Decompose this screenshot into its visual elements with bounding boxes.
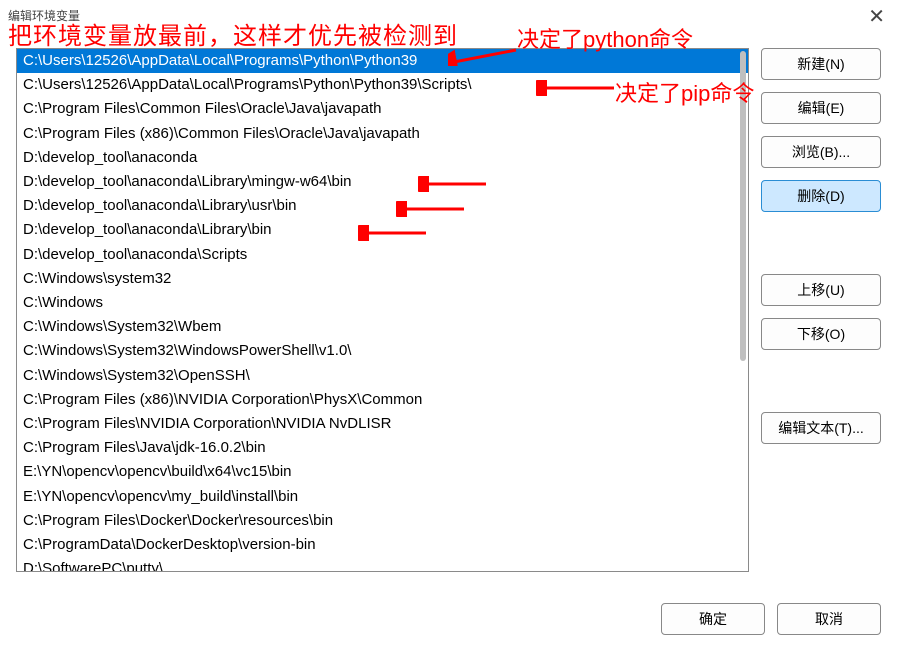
list-item[interactable]: D:\develop_tool\anaconda\Library\mingw-w… <box>17 170 748 194</box>
path-listbox[interactable]: C:\Users\12526\AppData\Local\Programs\Py… <box>16 48 749 572</box>
list-item[interactable]: D:\develop_tool\anaconda\Scripts <box>17 243 748 267</box>
browse-button[interactable]: 浏览(B)... <box>761 136 881 168</box>
list-item[interactable]: C:\Windows <box>17 291 748 315</box>
list-item[interactable]: E:\YN\opencv\opencv\my_build\install\bin <box>17 485 748 509</box>
list-item[interactable]: D:\develop_tool\anaconda <box>17 146 748 170</box>
list-item[interactable]: C:\Program Files\Java\jdk-16.0.2\bin <box>17 436 748 460</box>
list-item[interactable]: C:\Program Files\NVIDIA Corporation\NVID… <box>17 412 748 436</box>
annotation-pip: 决定了pip命令 <box>615 76 754 108</box>
annotation-python: 决定了python命令 <box>517 22 693 54</box>
new-button[interactable]: 新建(N) <box>761 48 881 80</box>
arrow-icon <box>358 225 428 241</box>
close-icon[interactable]: ✕ <box>868 4 885 29</box>
delete-button[interactable]: 删除(D) <box>761 180 881 212</box>
list-item[interactable]: C:\Windows\System32\OpenSSH\ <box>17 364 748 388</box>
ok-button[interactable]: 确定 <box>661 603 765 635</box>
annotation-top: 把环境变量放最前，这样才优先被检测到 <box>8 16 458 51</box>
list-item[interactable]: C:\ProgramData\DockerDesktop\version-bin <box>17 533 748 557</box>
arrow-icon <box>448 42 518 66</box>
arrow-icon <box>396 201 466 217</box>
edittext-button[interactable]: 编辑文本(T)... <box>761 412 881 444</box>
arrow-icon <box>536 80 616 96</box>
cancel-button[interactable]: 取消 <box>777 603 881 635</box>
list-item[interactable]: C:\Program Files (x86)\NVIDIA Corporatio… <box>17 388 748 412</box>
list-item[interactable]: C:\Windows\System32\Wbem <box>17 315 748 339</box>
list-item[interactable]: C:\Program Files (x86)\Common Files\Orac… <box>17 122 748 146</box>
list-item[interactable]: D:\SoftwarePC\putty\ <box>17 557 748 572</box>
movedown-button[interactable]: 下移(O) <box>761 318 881 350</box>
moveup-button[interactable]: 上移(U) <box>761 274 881 306</box>
list-item[interactable]: C:\Program Files\Docker\Docker\resources… <box>17 509 748 533</box>
arrow-icon <box>418 176 488 192</box>
list-item[interactable]: E:\YN\opencv\opencv\build\x64\vc15\bin <box>17 460 748 484</box>
edit-button[interactable]: 编辑(E) <box>761 92 881 124</box>
list-item[interactable]: C:\Windows\system32 <box>17 267 748 291</box>
list-item[interactable]: C:\Windows\System32\WindowsPowerShell\v1… <box>17 339 748 363</box>
list-item[interactable]: D:\develop_tool\anaconda\Library\usr\bin <box>17 194 748 218</box>
